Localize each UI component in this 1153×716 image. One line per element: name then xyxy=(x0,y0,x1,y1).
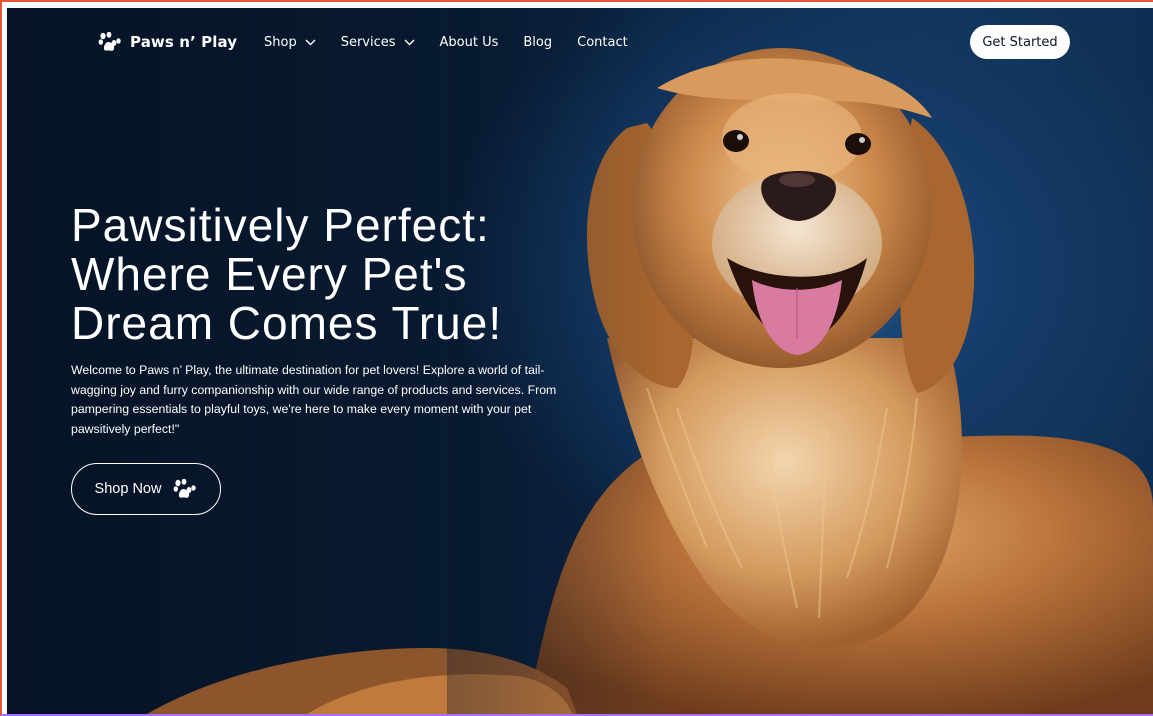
hero-intro-text: Welcome to Paws n’ Play, the ultimate de… xyxy=(71,363,557,436)
hero-section: Paws n’ Play Shop Services About Us Blog xyxy=(7,8,1153,714)
hero-headline: Pawsitively Perfect: Where Every Pet's D… xyxy=(71,201,591,348)
nav-item-shop[interactable]: Shop xyxy=(264,35,316,50)
paw-icon xyxy=(174,479,197,498)
shop-now-button[interactable]: Shop Now xyxy=(71,463,221,515)
nav-item-label: Shop xyxy=(264,34,297,50)
headline-line-3: Dream Comes True! xyxy=(71,297,503,349)
nav-item-label: Blog xyxy=(523,34,553,50)
nav-item-label: About Us xyxy=(439,34,499,50)
brand-name: Paws n’ Play xyxy=(130,33,238,51)
headline-line-1: Pawsitively Perfect: xyxy=(71,199,490,251)
chevron-down-icon xyxy=(305,39,316,45)
browser-frame: Paws n’ Play Shop Services About Us Blog xyxy=(0,0,1153,716)
nav-item-label: Services xyxy=(340,34,396,50)
nav-item-blog[interactable]: Blog xyxy=(523,35,552,50)
nav-item-label: Contact xyxy=(577,34,628,50)
get-started-button[interactable]: Get Started xyxy=(970,25,1070,59)
chevron-down-icon xyxy=(404,39,415,45)
nav-item-services[interactable]: Services xyxy=(341,35,415,50)
nav-item-contact[interactable]: Contact xyxy=(577,35,628,50)
nav-item-about-us[interactable]: About Us xyxy=(440,35,499,50)
shop-now-label: Shop Now xyxy=(94,481,162,497)
brand-logo[interactable]: Paws n’ Play xyxy=(98,31,237,53)
headline-line-2: Where Every Pet's xyxy=(71,248,468,300)
paw-icon xyxy=(98,32,121,51)
main-nav: Shop Services About Us Blog Contact xyxy=(264,32,653,52)
